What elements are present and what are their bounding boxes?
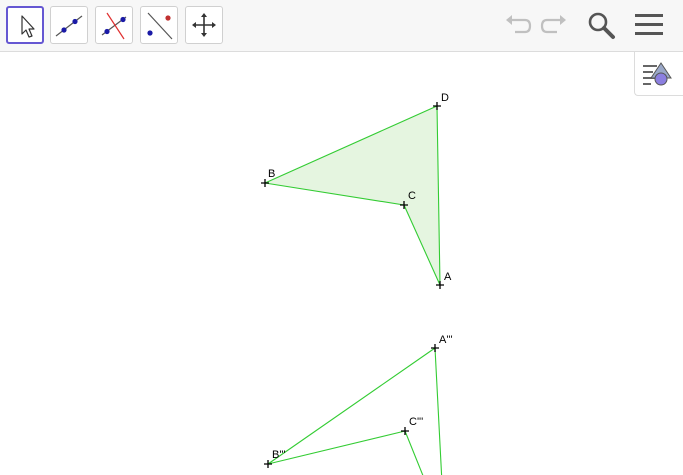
point-label: A — [444, 271, 452, 283]
point-label: C — [408, 190, 416, 202]
point-b-triple-prime[interactable]: B''' — [264, 449, 286, 468]
move-tool[interactable] — [6, 6, 44, 44]
menu-icon[interactable] — [632, 8, 666, 42]
reflect-about-line-tool[interactable] — [140, 6, 178, 44]
line-tool[interactable] — [50, 6, 88, 44]
point-label: A''' — [439, 334, 453, 346]
arrow-pointer-icon — [21, 15, 35, 38]
point-label: B — [268, 168, 275, 180]
point-c-triple-prime[interactable]: C''' — [401, 416, 423, 435]
reflect-about-line-icon — [147, 12, 173, 40]
perpendicular-line-tool[interactable] — [95, 6, 133, 44]
undo-icon[interactable] — [501, 8, 535, 42]
line-through-two-points-icon — [55, 15, 83, 37]
perpendicular-line-icon — [101, 12, 127, 40]
point-label: D — [441, 92, 449, 104]
redo-icon[interactable] — [537, 8, 571, 42]
search-icon[interactable] — [584, 8, 618, 42]
graphics-view[interactable]: D B C A A''' C''' B''' — [0, 53, 683, 475]
point-label: B''' — [272, 449, 286, 461]
toolbar — [0, 0, 683, 52]
move-graphics-view-tool[interactable] — [185, 6, 223, 44]
move-graphics-view-icon — [192, 13, 216, 37]
point-a-triple-prime[interactable]: A''' — [431, 334, 453, 352]
polygon-reflected[interactable] — [267, 347, 443, 475]
point-label: C''' — [409, 416, 423, 428]
